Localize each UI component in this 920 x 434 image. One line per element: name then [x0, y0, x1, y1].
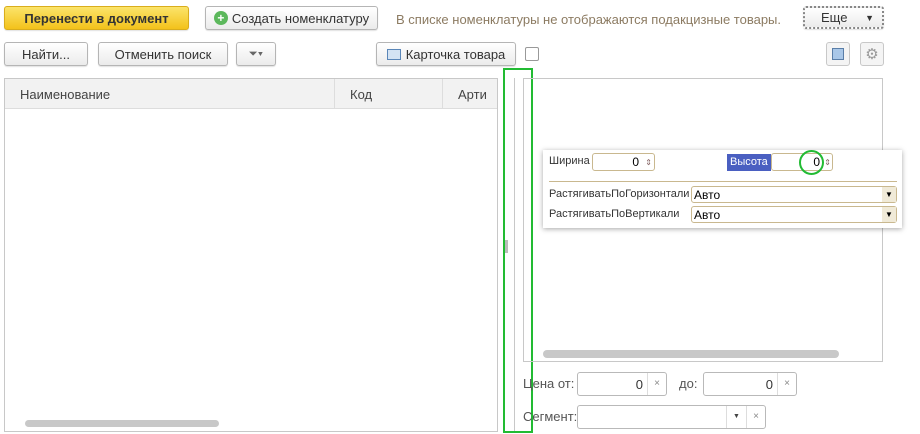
clear-icon[interactable]: × — [647, 373, 666, 395]
window-icon[interactable] — [826, 42, 850, 66]
column-code[interactable]: Код — [335, 79, 443, 108]
height-label: Высота — [727, 154, 771, 171]
width-value: 0 — [632, 155, 639, 169]
transfer-to-document-button[interactable]: Перенести в документ — [4, 6, 189, 30]
gear-icon[interactable]: ⚙ — [860, 42, 884, 66]
button-label: Еще — [821, 10, 848, 25]
filter-button[interactable]: ⏷▾ — [236, 42, 276, 66]
width-label: Ширина — [549, 155, 590, 167]
segment-label: Сегмент: — [523, 409, 578, 424]
cancel-search-button[interactable]: Отменить поиск — [98, 42, 228, 66]
price-from-input[interactable]: 0 × — [577, 372, 667, 396]
table-header: Наименование Код Арти — [5, 79, 497, 109]
create-nomenclature-button[interactable]: + Создать номенклатуру — [205, 6, 378, 30]
vstretch-label: РастягиватьПоВертикали — [549, 208, 680, 220]
button-label: Перенести в документ — [24, 10, 169, 26]
horizontal-scrollbar[interactable] — [25, 420, 219, 427]
button-label: Создать номенклатуру — [231, 10, 370, 26]
vstretch-value: Авто — [694, 207, 721, 222]
card-icon — [386, 48, 401, 60]
horizontal-scrollbar[interactable] — [543, 350, 839, 358]
segment-input[interactable]: ▼ × — [577, 405, 766, 429]
button-label: Отменить поиск — [114, 46, 212, 62]
width-input[interactable]: 0 ⇕ — [592, 153, 655, 171]
price-to-value: 0 — [765, 376, 773, 392]
nomenclature-table: Наименование Код Арти — [4, 78, 498, 432]
hstretch-label: РастягиватьПоГоризонтали — [549, 188, 690, 200]
divider — [549, 181, 897, 182]
spin-icon[interactable]: ⇕ — [645, 158, 652, 167]
highlight-circle — [799, 150, 824, 175]
filter-icon: ⏷▾ — [248, 47, 264, 60]
chevron-down-icon[interactable]: ▼ — [882, 207, 896, 222]
column-article[interactable]: Арти — [443, 79, 497, 108]
hstretch-value: Авто — [694, 187, 721, 202]
vstretch-select[interactable]: Авто ▼ — [691, 206, 897, 223]
product-card-button[interactable]: Карточка товара — [376, 42, 516, 66]
button-label: Карточка товара — [405, 46, 506, 62]
properties-popup: Ширина 0 ⇕ Высота 0 ⇕ РастягиватьПоГоризон… — [543, 150, 902, 228]
price-from-value: 0 — [635, 376, 643, 392]
clear-icon[interactable]: × — [777, 373, 796, 395]
more-button[interactable]: Еще ▼ — [803, 6, 884, 29]
chevron-down-icon: ▼ — [865, 12, 874, 23]
column-name[interactable]: Наименование — [5, 79, 335, 108]
price-from-label: Цена от: — [523, 376, 575, 391]
hstretch-select[interactable]: Авто ▼ — [691, 186, 897, 203]
chevron-down-icon[interactable]: ▼ — [726, 406, 746, 428]
checkbox[interactable] — [525, 47, 539, 61]
spin-icon[interactable]: ⇕ — [824, 158, 831, 167]
price-to-label: до: — [679, 376, 698, 391]
plus-icon: + — [213, 11, 228, 25]
clear-icon[interactable]: × — [746, 406, 765, 428]
info-text: В списке номенклатуры не отображаются по… — [396, 12, 782, 27]
chevron-down-icon[interactable]: ▼ — [882, 187, 896, 202]
find-button[interactable]: Найти... — [4, 42, 88, 66]
button-label: Найти... — [22, 46, 70, 62]
price-to-input[interactable]: 0 × — [703, 372, 797, 396]
